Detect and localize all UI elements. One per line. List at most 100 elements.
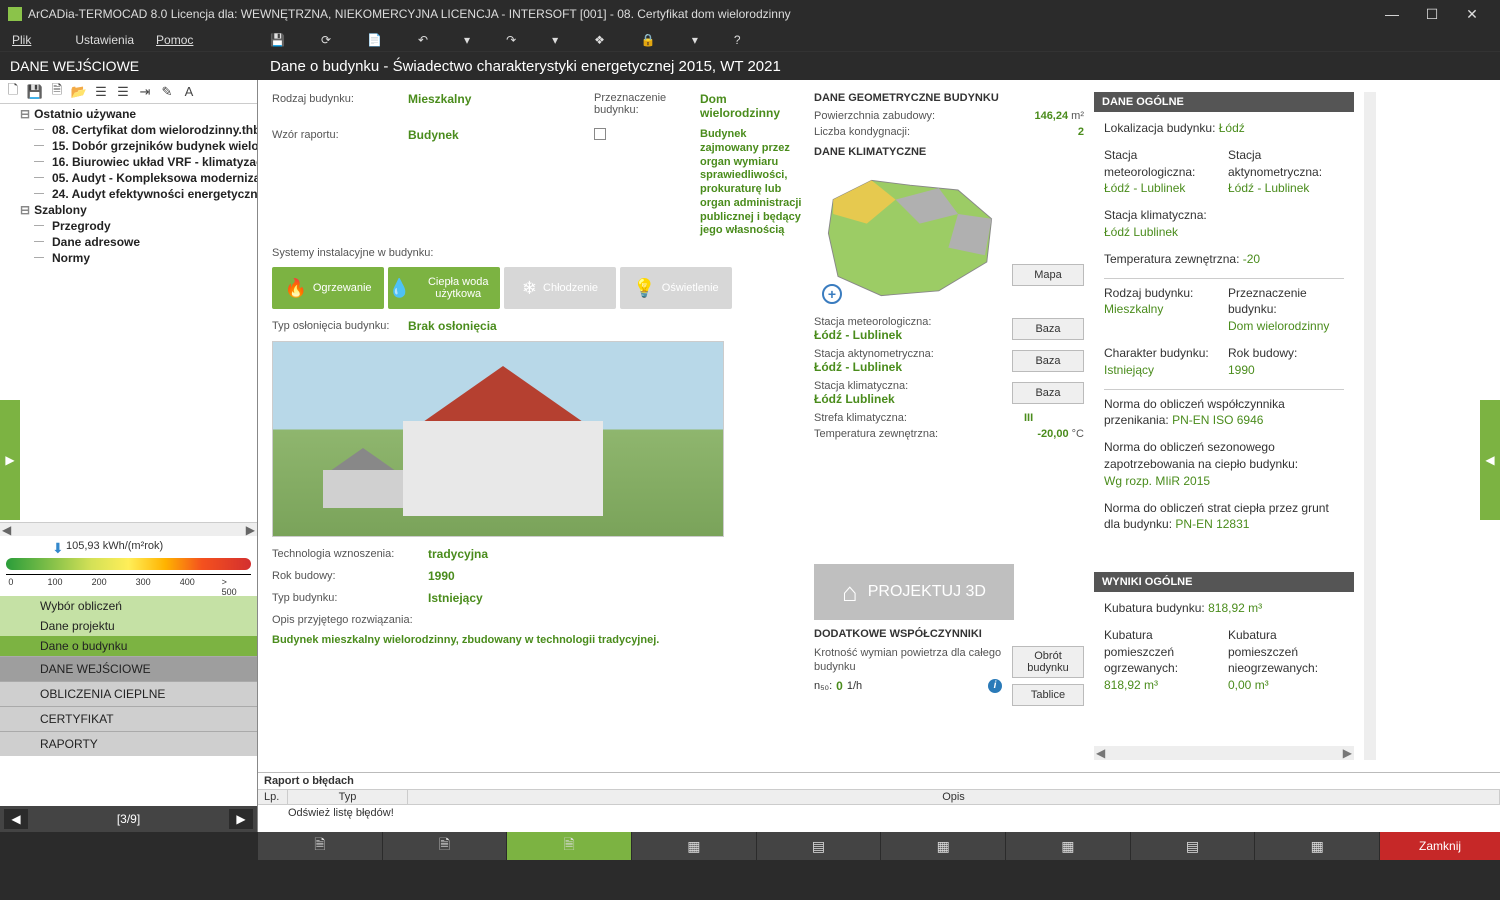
link-meteo[interactable]: Łódź - Lublinek <box>1104 181 1185 195</box>
export-icon[interactable]: 📄 <box>367 33 382 47</box>
tree-template[interactable]: Normy <box>0 250 257 266</box>
link-location[interactable]: Łódź <box>1219 121 1245 135</box>
close-window-button[interactable]: ✕ <box>1452 0 1492 28</box>
value-aktyn[interactable]: Łódź - Lublinek <box>814 360 1004 374</box>
nav-section-thermal[interactable]: OBLICZENIA CIEPLNE <box>0 681 257 706</box>
sys-dhw-button[interactable]: 💧Ciepła woda użytkowa <box>388 267 500 309</box>
undo-more-icon[interactable]: ▾ <box>464 33 470 47</box>
pager-prev-button[interactable]: ◀ <box>4 809 28 829</box>
tree-template[interactable]: Przegrody <box>0 218 257 234</box>
bottom-tab-7[interactable]: ▦ <box>1006 832 1131 860</box>
value-przezn[interactable]: Dom wielorodzinny <box>700 92 804 120</box>
open-icon[interactable]: 📂 <box>70 83 88 101</box>
redo-icon[interactable]: ↷ <box>506 33 516 47</box>
map-add-button[interactable]: + <box>822 284 842 304</box>
minimize-button[interactable]: — <box>1372 0 1412 28</box>
new-file-icon[interactable]: 🗋 <box>4 83 22 101</box>
bottom-tab-5[interactable]: ▤ <box>757 832 882 860</box>
tree-file[interactable]: 08. Certyfikat dom wielorodzinny.thb <box>0 122 257 138</box>
list-a-icon[interactable]: ☰ <box>92 83 110 101</box>
tree-file[interactable]: 15. Dobór grzejników budynek wieloroc <box>0 138 257 154</box>
nav-section-input[interactable]: DANE WEJŚCIOWE <box>0 656 257 681</box>
checkbox-gov[interactable] <box>594 128 606 140</box>
baza-aktyn-button[interactable]: Baza <box>1012 350 1084 372</box>
value-klim[interactable]: Łódź Lublinek <box>814 392 1004 406</box>
side-tab-right[interactable]: ◀ <box>1480 400 1500 520</box>
nav-section-reports[interactable]: RAPORTY <box>0 731 257 756</box>
baza-meteo-button[interactable]: Baza <box>1012 318 1084 340</box>
value-area[interactable]: 146,24 <box>1034 110 1068 122</box>
sys-lighting-button[interactable]: 💡Oświetlenie <box>620 267 732 309</box>
tables-button[interactable]: Tablice <box>1012 684 1084 706</box>
link-char[interactable]: Istniejący <box>1104 363 1154 377</box>
save-icon[interactable]: 💾 <box>270 33 285 47</box>
baza-klim-button[interactable]: Baza <box>1012 382 1084 404</box>
tree-file[interactable]: 05. Audyt - Kompleksowa modernizacja <box>0 170 257 186</box>
nav-section-cert[interactable]: CERTYFIKAT <box>0 706 257 731</box>
link-norm1[interactable]: PN-EN ISO 6946 <box>1172 413 1263 427</box>
bottom-tab-4[interactable]: ▦ <box>632 832 757 860</box>
nav-item-calcselect[interactable]: Wybór obliczeń <box>0 596 257 616</box>
poland-map[interactable]: + <box>814 168 1006 308</box>
bottom-tab-6[interactable]: ▦ <box>881 832 1006 860</box>
bottom-tab-8[interactable]: ▤ <box>1131 832 1256 860</box>
value-n50[interactable]: 0 <box>836 679 843 693</box>
nav-item-projectdata[interactable]: Dane projektu <box>0 616 257 636</box>
lock-icon[interactable]: 🔒 <box>641 33 656 47</box>
refresh-icon[interactable]: ⟳ <box>321 33 331 47</box>
font-icon[interactable]: A <box>180 83 198 101</box>
value-floors[interactable]: 2 <box>1078 126 1084 138</box>
tree-file[interactable]: 24. Audyt efektywności energetycznej.t <box>0 186 257 202</box>
tree-file[interactable]: 16. Biurowiec układ VRF - klimatyzacja.t… <box>0 154 257 170</box>
bottom-tab-2[interactable]: 🗎 <box>383 832 508 860</box>
nav-item-buildingdata[interactable]: Dane o budynku <box>0 636 257 656</box>
value-opis[interactable]: Budynek mieszkalny wielorodzinny, zbudow… <box>272 634 804 646</box>
wizard-icon[interactable]: ✎ <box>158 83 176 101</box>
undo-icon[interactable]: ↶ <box>418 33 428 47</box>
redo-more-icon[interactable]: ▾ <box>552 33 558 47</box>
lock-more-icon[interactable]: ▾ <box>692 33 698 47</box>
layers-icon[interactable]: ❖ <box>594 33 605 47</box>
bottom-tab-1[interactable]: 🗎 <box>258 832 383 860</box>
content-vscroll[interactable] <box>1364 92 1376 760</box>
right-hscroll[interactable]: ◀▶ <box>1094 746 1354 760</box>
bottom-tab-9[interactable]: ▦ <box>1255 832 1380 860</box>
pager-next-button[interactable]: ▶ <box>229 809 253 829</box>
link-rok[interactable]: 1990 <box>1228 363 1255 377</box>
maximize-button[interactable]: ☐ <box>1412 0 1452 28</box>
value-rodzaj[interactable]: Mieszkalny <box>408 92 588 106</box>
link-aktyn[interactable]: Łódź - Lublinek <box>1228 181 1309 195</box>
map-button[interactable]: Mapa <box>1012 264 1084 286</box>
link-przezn[interactable]: Dom wielorodzinny <box>1228 319 1329 333</box>
save-file-icon[interactable]: 💾 <box>26 83 44 101</box>
bottom-tab-3[interactable]: 🗎 <box>507 832 632 860</box>
link-rodzaj[interactable]: Mieszkalny <box>1104 302 1163 316</box>
tree-group-recent[interactable]: Ostatnio używane <box>0 106 257 122</box>
error-refresh-row[interactable]: Odśwież listę błędów! <box>258 805 1500 821</box>
tree-template[interactable]: Dane adresowe <box>0 234 257 250</box>
save-as-icon[interactable]: 🗎 <box>48 83 66 101</box>
link-klim[interactable]: Łódź Lublinek <box>1104 225 1178 239</box>
value-rok[interactable]: 1990 <box>428 569 455 583</box>
value-wzor[interactable]: Budynek <box>408 128 588 142</box>
rotate-building-button[interactable]: Obrót budynku <box>1012 646 1084 678</box>
value-meteo[interactable]: Łódź - Lublinek <box>814 328 1004 342</box>
tree-group-templates[interactable]: Szablony <box>0 202 257 218</box>
help-icon[interactable]: ? <box>734 33 741 47</box>
project-3d-button[interactable]: ⌂ PROJEKTUJ 3D <box>814 564 1014 620</box>
import-icon[interactable]: ⇥ <box>136 83 154 101</box>
menu-help[interactable]: Pomoc <box>156 33 215 47</box>
side-tab-left[interactable]: ▶ <box>0 400 20 520</box>
sys-cooling-button[interactable]: ❄Chłodzenie <box>504 267 616 309</box>
info-icon[interactable]: i <box>988 679 1002 693</box>
sys-heating-button[interactable]: 🔥Ogrzewanie <box>272 267 384 309</box>
value-oslon[interactable]: Brak osłonięcia <box>408 319 588 333</box>
list-b-icon[interactable]: ☰ <box>114 83 132 101</box>
menu-file[interactable]: Plik <box>12 33 53 47</box>
link-temp[interactable]: -20 <box>1243 252 1260 266</box>
value-typ[interactable]: Istniejący <box>428 591 483 605</box>
close-button[interactable]: Zamknij <box>1380 832 1500 860</box>
tree-hscroll[interactable]: ◀▶ <box>0 522 257 536</box>
menu-settings[interactable]: Ustawienia <box>75 33 134 47</box>
link-norm2[interactable]: Wg rozp. MIiR 2015 <box>1104 474 1210 488</box>
